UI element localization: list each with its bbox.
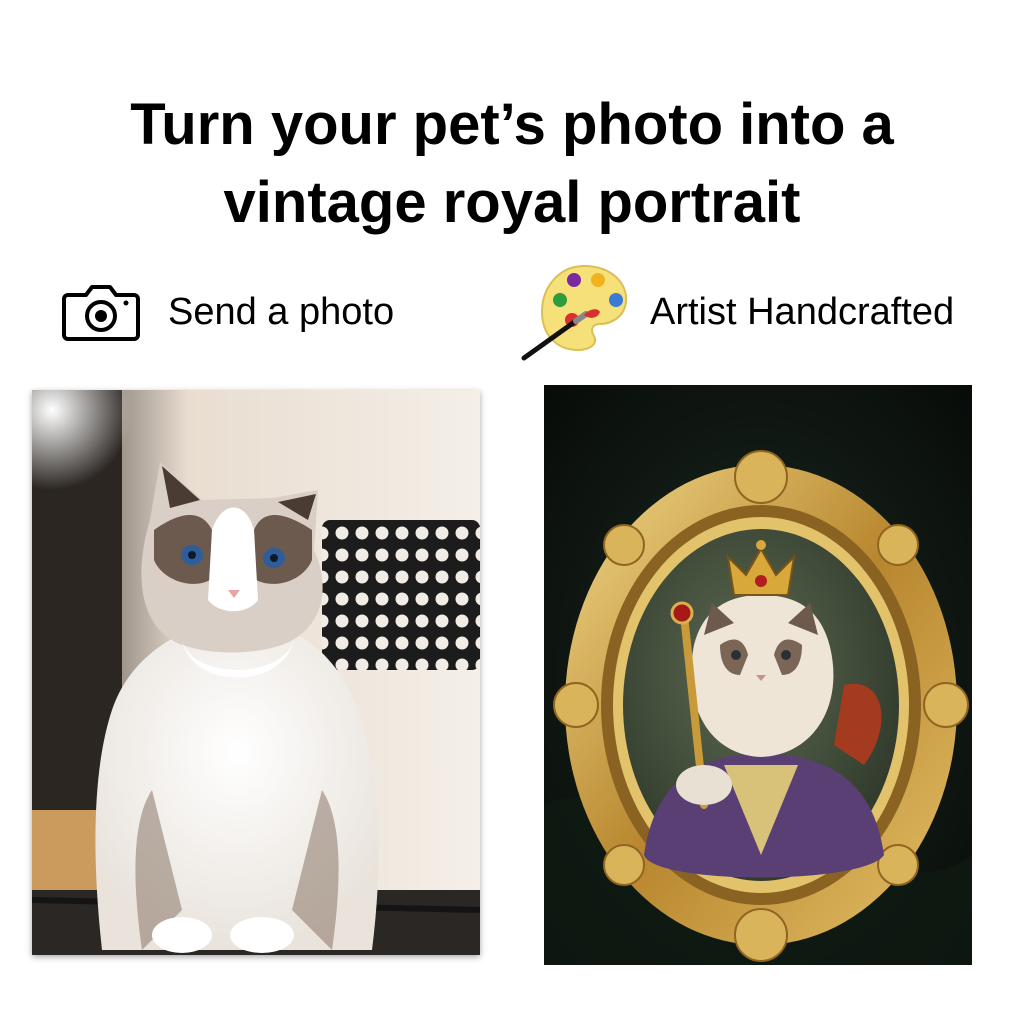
royal-cat-portrait [544, 385, 972, 965]
original-cat-photo [32, 390, 480, 955]
feature-artist-handcrafted: Artist Handcrafted [520, 262, 954, 362]
headline-line-1: Turn your pet’s photo into a [130, 92, 894, 157]
camera-icon [62, 283, 140, 341]
feature-label-artist-handcrafted: Artist Handcrafted [650, 290, 955, 333]
headline-line-2: vintage royal portrait [223, 170, 801, 235]
headline: Turn your pet’s photo into a vintage roy… [0, 86, 1024, 242]
feature-send-photo: Send a photo [62, 280, 394, 344]
feature-label-send-photo: Send a photo [168, 290, 395, 333]
paint-palette-icon [520, 262, 630, 362]
